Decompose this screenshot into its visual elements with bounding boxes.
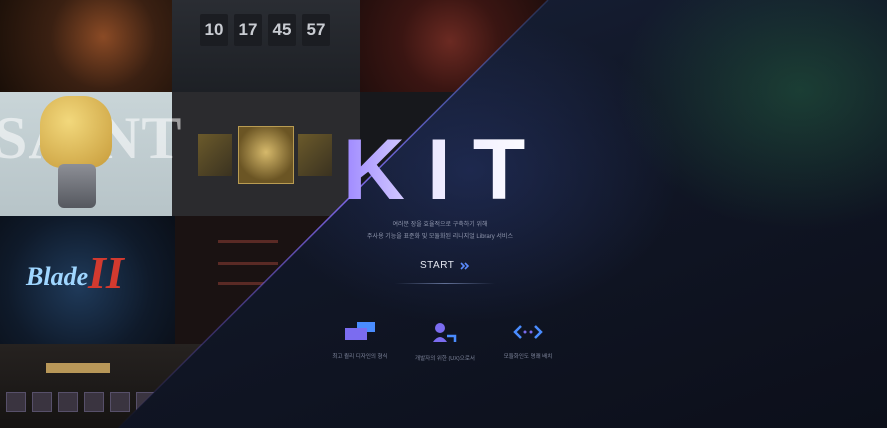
menu-row bbox=[218, 262, 278, 265]
blade-soul-logo: Blade bbox=[26, 262, 89, 291]
kit-logo: KIT bbox=[343, 125, 548, 205]
card-left bbox=[198, 134, 232, 176]
start-button[interactable]: START bbox=[420, 260, 472, 271]
countdown-timer: 10 17 45 57 bbox=[200, 14, 330, 46]
countdown-minutes: 45 bbox=[268, 14, 296, 46]
chibi-body bbox=[58, 164, 96, 208]
tagline-line-1: 여러분 장을 효율적으로 구축하기 위해 bbox=[392, 222, 488, 228]
countdown-days: 10 bbox=[200, 14, 228, 46]
skill-slot bbox=[6, 392, 26, 412]
skill-slot bbox=[32, 392, 52, 412]
start-divider bbox=[395, 283, 495, 284]
menu-row bbox=[218, 240, 278, 243]
skillbar-button bbox=[46, 363, 110, 373]
double-chevron-right-icon bbox=[460, 261, 470, 270]
kit-logo-text: KIT bbox=[343, 125, 548, 205]
countdown-seconds: 57 bbox=[302, 14, 330, 46]
skill-slot bbox=[58, 392, 78, 412]
stacked-blocks-icon bbox=[345, 322, 375, 340]
skill-slots bbox=[6, 392, 156, 412]
chibi-hair bbox=[40, 96, 112, 168]
feature-module[interactable]: 모듈화인도 명쾌 배치 bbox=[468, 322, 588, 360]
countdown-hours: 17 bbox=[234, 14, 262, 46]
tile-fire-warrior bbox=[0, 0, 172, 92]
start-label: START bbox=[420, 260, 455, 271]
skill-slot bbox=[110, 392, 130, 412]
feature-module-label: 모듈화인도 명쾌 배치 bbox=[503, 354, 553, 360]
card-right bbox=[298, 134, 332, 176]
tagline-line-2: 주사용 기능을 표준화 및 모듈화된 리니지얼 Library 서비스 bbox=[367, 234, 513, 240]
blade-soul-numeral: II bbox=[88, 247, 124, 298]
card-center bbox=[238, 126, 294, 184]
user-arrow-icon bbox=[433, 323, 457, 342]
landing-page: 10 17 45 57 SAINT Blade II bbox=[0, 0, 887, 428]
code-arrows-icon bbox=[513, 325, 543, 339]
skill-slot bbox=[84, 392, 104, 412]
